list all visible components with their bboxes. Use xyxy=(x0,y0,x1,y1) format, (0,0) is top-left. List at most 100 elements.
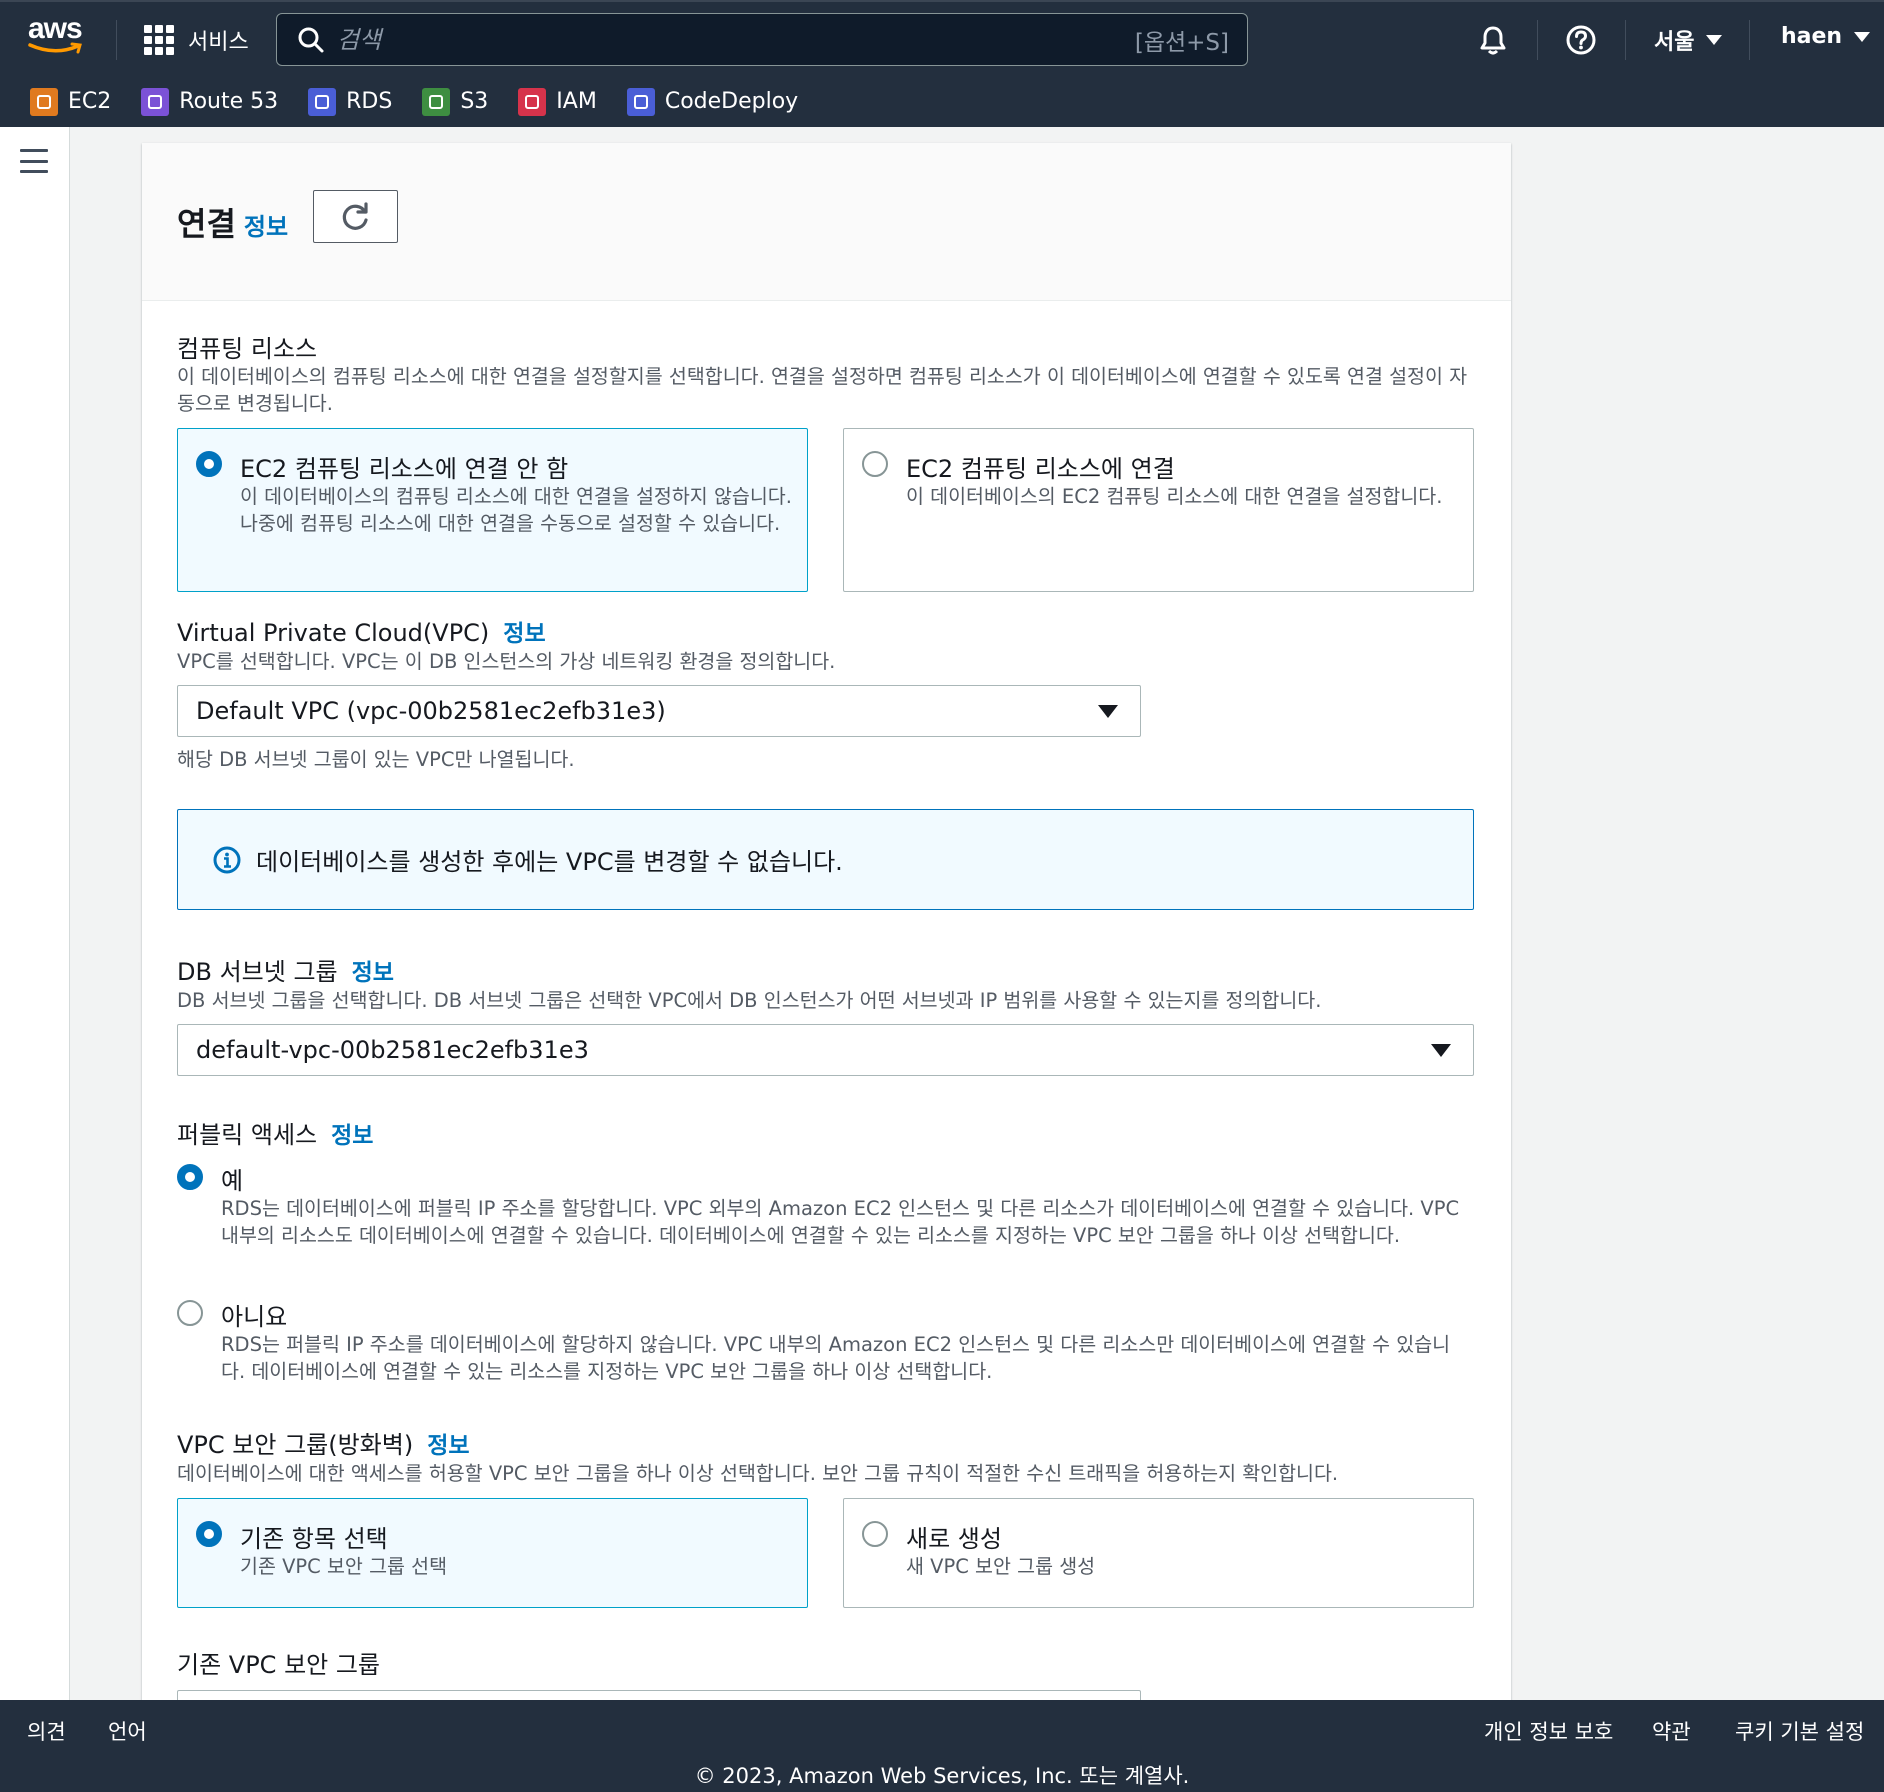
iam-icon xyxy=(518,87,547,116)
services-grid-icon xyxy=(144,25,174,55)
public-access-yes-label[interactable]: 예 xyxy=(221,1161,243,1196)
public-access-no-description: RDS는 퍼블릭 IP 주소를 데이터베이스에 할당하지 않습니다. VPC 내… xyxy=(221,1333,1451,1383)
favorite-ec2[interactable]: EC2 xyxy=(30,87,111,116)
tile-title: EC2 컴퓨팅 리소스에 연결 안 함 xyxy=(240,455,569,483)
subnet-group-selected-value: default-vpc-00b2581ec2efb31e3 xyxy=(196,1036,589,1064)
search-shortcut-hint: [옵션+S] xyxy=(1134,29,1229,56)
favorites-bar: EC2 Route 53 RDS S3 IAM CodeDeploy xyxy=(0,76,1884,127)
radio-button[interactable] xyxy=(862,1521,888,1547)
vpc-label-text: Virtual Private Cloud(VPC) xyxy=(177,619,490,647)
info-link[interactable]: 정보 xyxy=(331,1123,373,1149)
info-link[interactable]: 정보 xyxy=(427,1433,469,1459)
account-menu[interactable]: haen xyxy=(1781,24,1871,49)
info-link[interactable]: 정보 xyxy=(503,621,545,647)
tile-description: 기존 VPC 보안 그룹 선택 xyxy=(240,1555,448,1578)
route53-icon xyxy=(141,87,170,116)
create-new-tile[interactable]: 새로 생성 새 VPC 보안 그룹 생성 xyxy=(843,1498,1474,1608)
radio-button[interactable] xyxy=(862,451,888,477)
info-link[interactable]: 정보 xyxy=(352,960,394,986)
cookie-preferences-link[interactable]: 쿠키 기본 설정 xyxy=(1735,1716,1864,1746)
help-circle-icon xyxy=(1566,25,1596,55)
help-button[interactable] xyxy=(1563,22,1599,58)
vpc-select[interactable]: Default VPC (vpc-00b2581ec2efb31e3) xyxy=(177,685,1141,737)
search-input[interactable] xyxy=(337,25,1135,54)
privacy-link[interactable]: 개인 정보 보호 xyxy=(1484,1716,1613,1746)
top-navigation: aws 서비스 [옵션+S] 서울 xyxy=(0,0,1884,76)
tile-title: EC2 컴퓨팅 리소스에 연결 xyxy=(906,455,1175,483)
nav-divider xyxy=(1625,20,1626,60)
nav-divider xyxy=(116,20,117,60)
public-access-label: 퍼블릭 액세스 정보 xyxy=(177,1115,373,1150)
region-selector[interactable]: 서울 xyxy=(1654,24,1723,56)
connect-ec2-tile[interactable]: EC2 컴퓨팅 리소스에 연결 이 데이터베이스의 EC2 컴퓨팅 리소스에 대… xyxy=(843,428,1474,592)
rds-icon xyxy=(308,87,337,116)
tile-title: 기존 항목 선택 xyxy=(240,1525,388,1553)
radio-button[interactable] xyxy=(196,451,222,477)
side-navigation xyxy=(0,127,70,1700)
vpc-info-alert: 데이터베이스를 생성한 후에는 VPC를 변경할 수 없습니다. xyxy=(177,809,1474,910)
compute-resource-description: 이 데이터베이스의 컴퓨팅 리소스에 대한 연결을 설정할지를 선택합니다. 연… xyxy=(177,365,1468,415)
no-ec2-connection-tile[interactable]: EC2 컴퓨팅 리소스에 연결 안 함 이 데이터베이스의 컴퓨팅 리소스에 대… xyxy=(177,428,808,592)
terms-link[interactable]: 약관 xyxy=(1652,1716,1691,1746)
favorite-label: Route 53 xyxy=(179,89,279,114)
favorite-iam[interactable]: IAM xyxy=(518,87,597,116)
services-menu-button[interactable]: 서비스 xyxy=(144,22,249,58)
subnet-group-label-text: DB 서브넷 그룹 xyxy=(177,958,338,986)
account-name: haen xyxy=(1781,24,1843,49)
tile-title: 새로 생성 xyxy=(906,1525,1002,1553)
existing-security-group-label: 기존 VPC 보안 그룹 xyxy=(177,1651,381,1679)
caret-down-icon xyxy=(1098,705,1118,718)
tile-description: 새 VPC 보안 그룹 생성 xyxy=(906,1555,1096,1578)
ec2-icon xyxy=(30,87,58,116)
feedback-link[interactable]: 의견 xyxy=(27,1716,66,1746)
favorite-label: S3 xyxy=(460,89,489,114)
radio-button[interactable] xyxy=(196,1521,222,1547)
search-bar[interactable]: [옵션+S] xyxy=(276,13,1248,66)
aws-logo-text: aws xyxy=(28,12,83,45)
tile-description: 이 데이터베이스의 컴퓨팅 리소스에 대한 연결을 설정하지 않습니다. 나중에… xyxy=(240,485,792,535)
favorite-label: CodeDeploy xyxy=(664,89,799,114)
tile-description: 이 데이터베이스의 EC2 컴퓨팅 리소스에 대한 연결을 설정합니다. xyxy=(906,485,1443,508)
copyright-text: © 2023, Amazon Web Services, Inc. 또는 계열사… xyxy=(694,1764,1190,1788)
favorite-rds[interactable]: RDS xyxy=(308,87,393,116)
notifications-button[interactable] xyxy=(1475,22,1511,58)
info-circle-icon xyxy=(213,846,241,873)
region-label: 서울 xyxy=(1654,30,1695,55)
s3-icon xyxy=(422,87,451,116)
subnet-group-select[interactable]: default-vpc-00b2581ec2efb31e3 xyxy=(177,1024,1474,1076)
subnet-group-description: DB 서브넷 그룹을 선택합니다. DB 서브넷 그룹은 선택한 VPC에서 D… xyxy=(177,989,1322,1012)
language-link[interactable]: 언어 xyxy=(108,1716,147,1746)
refresh-icon xyxy=(342,201,368,230)
favorite-s3[interactable]: S3 xyxy=(422,87,489,116)
menu-icon[interactable] xyxy=(20,149,48,173)
nav-divider xyxy=(1749,20,1750,60)
public-access-no-radio[interactable] xyxy=(177,1300,203,1326)
vpc-hint: 해당 DB 서브넷 그룹이 있는 VPC만 나열됩니다. xyxy=(177,748,575,771)
vpc-label: Virtual Private Cloud(VPC) 정보 xyxy=(177,614,546,648)
favorite-route-53[interactable]: Route 53 xyxy=(141,87,279,116)
security-group-label-text: VPC 보안 그룹(방화벽) xyxy=(177,1431,414,1459)
connectivity-panel: 연결 정보 컴퓨팅 리소스 이 데이터베이스의 컴퓨팅 리소스에 대한 연결을 설… xyxy=(142,143,1511,1742)
choose-existing-tile[interactable]: 기존 항목 선택 기존 VPC 보안 그룹 선택 xyxy=(177,1498,808,1608)
security-group-description: 데이터베이스에 대한 액세스를 허용할 VPC 보안 그룹을 하나 이상 선택합… xyxy=(177,1462,1339,1485)
aws-logo[interactable]: aws xyxy=(28,14,88,64)
services-label: 서비스 xyxy=(188,30,249,55)
search-icon xyxy=(298,27,324,52)
codedeploy-icon xyxy=(626,87,655,116)
bell-icon xyxy=(1480,26,1506,55)
info-link[interactable]: 정보 xyxy=(244,213,288,241)
nav-divider xyxy=(1537,20,1538,60)
caret-down-icon xyxy=(1854,31,1871,42)
page-title: 연결 정보 xyxy=(177,199,288,245)
vpc-description: VPC를 선택합니다. VPC는 이 DB 인스턴스의 가상 네트워킹 환경을 … xyxy=(177,650,836,673)
favorite-codedeploy[interactable]: CodeDeploy xyxy=(626,87,799,116)
compute-resource-label: 컴퓨팅 리소스 xyxy=(177,335,318,363)
refresh-button[interactable] xyxy=(313,190,398,243)
favorite-label: RDS xyxy=(346,89,393,114)
panel-title-text: 연결 xyxy=(177,205,236,243)
panel-header: 연결 정보 xyxy=(142,143,1511,301)
alert-text: 데이터베이스를 생성한 후에는 VPC를 변경할 수 없습니다. xyxy=(256,848,843,876)
security-group-label: VPC 보안 그룹(방화벽) 정보 xyxy=(177,1425,470,1460)
public-access-no-label[interactable]: 아니요 xyxy=(221,1297,287,1332)
public-access-yes-radio[interactable] xyxy=(177,1164,203,1190)
